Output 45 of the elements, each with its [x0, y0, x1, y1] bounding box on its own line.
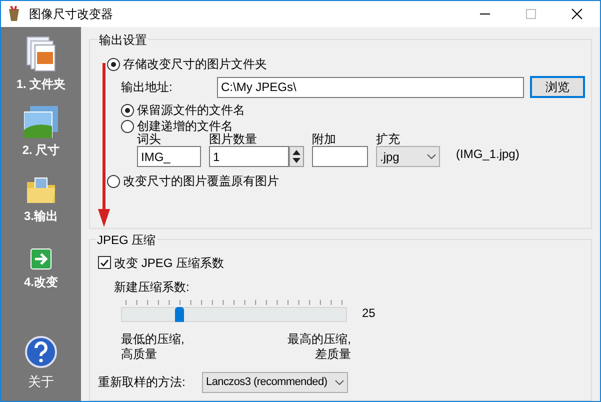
field-label: 扩充 [376, 133, 401, 146]
field-label: 附加 [312, 133, 337, 146]
extension-dropdown[interactable]: .jpg [376, 146, 440, 167]
checkbox-label: 改变 JPEG 压缩系数 [114, 254, 224, 272]
field-label: 图片数量 [209, 133, 258, 146]
about-label[interactable]: 关于 [28, 372, 54, 391]
field-label: 新建压缩系数: [114, 278, 190, 296]
folder-icon [24, 176, 57, 204]
address-field[interactable]: C:\My JPEGs\ [217, 76, 524, 98]
low-label: 最低的压缩, 高质量 [121, 332, 184, 362]
radio-button[interactable] [121, 120, 134, 132]
chevron-icon [427, 154, 436, 159]
document-stack-icon [25, 36, 57, 72]
window-title: 图像尺寸改变器 [29, 6, 113, 23]
field-label: 词头 [137, 133, 162, 146]
suffix-field[interactable] [312, 146, 368, 167]
checkbox[interactable] [98, 256, 111, 270]
radio-button[interactable] [107, 174, 120, 188]
group-title: 输出设置 [98, 31, 148, 49]
radio-label: 改变尺寸的图片覆盖原有图片 [123, 173, 279, 190]
example-filename: (IMG_1.jpg) [456, 146, 520, 163]
slider-thumb[interactable] [174, 306, 184, 322]
help-icon[interactable] [25, 336, 57, 368]
radio-label: 保留源文件的文件名 [137, 102, 245, 119]
browse-button[interactable]: 浏览 [530, 76, 585, 98]
count-field[interactable]: 1 [209, 146, 289, 167]
sidebar-item[interactable]: 1. 文件夹 [16, 75, 66, 93]
prefix-field[interactable]: IMG_ [137, 146, 201, 167]
spinner-icon[interactable] [289, 146, 304, 167]
radio-button[interactable] [107, 58, 120, 70]
sidebar-item[interactable]: 4.改变 [24, 273, 58, 291]
sidebar-item[interactable]: 2. 尺寸 [22, 141, 60, 159]
radio-button[interactable] [121, 104, 134, 116]
resample-dropdown[interactable]: Lanczos3 (recommended) [202, 372, 348, 393]
chevron-icon [335, 380, 344, 385]
landscape-photo-icon [24, 106, 58, 138]
field-label: 输出地址: [121, 79, 174, 96]
field-label: 重新取样的方法: [98, 374, 186, 392]
radio-label: 存储改变尺寸的图片文件夹 [123, 56, 267, 73]
sidebar-item[interactable]: 3.输出 [24, 207, 58, 225]
radio-label: 创建递增的文件名 [137, 118, 233, 133]
slider-value: 25 [362, 304, 376, 322]
high-label: 最高的压缩, 差质量 [288, 332, 351, 362]
app-icon [7, 6, 21, 22]
arrow-right-icon [30, 248, 52, 270]
